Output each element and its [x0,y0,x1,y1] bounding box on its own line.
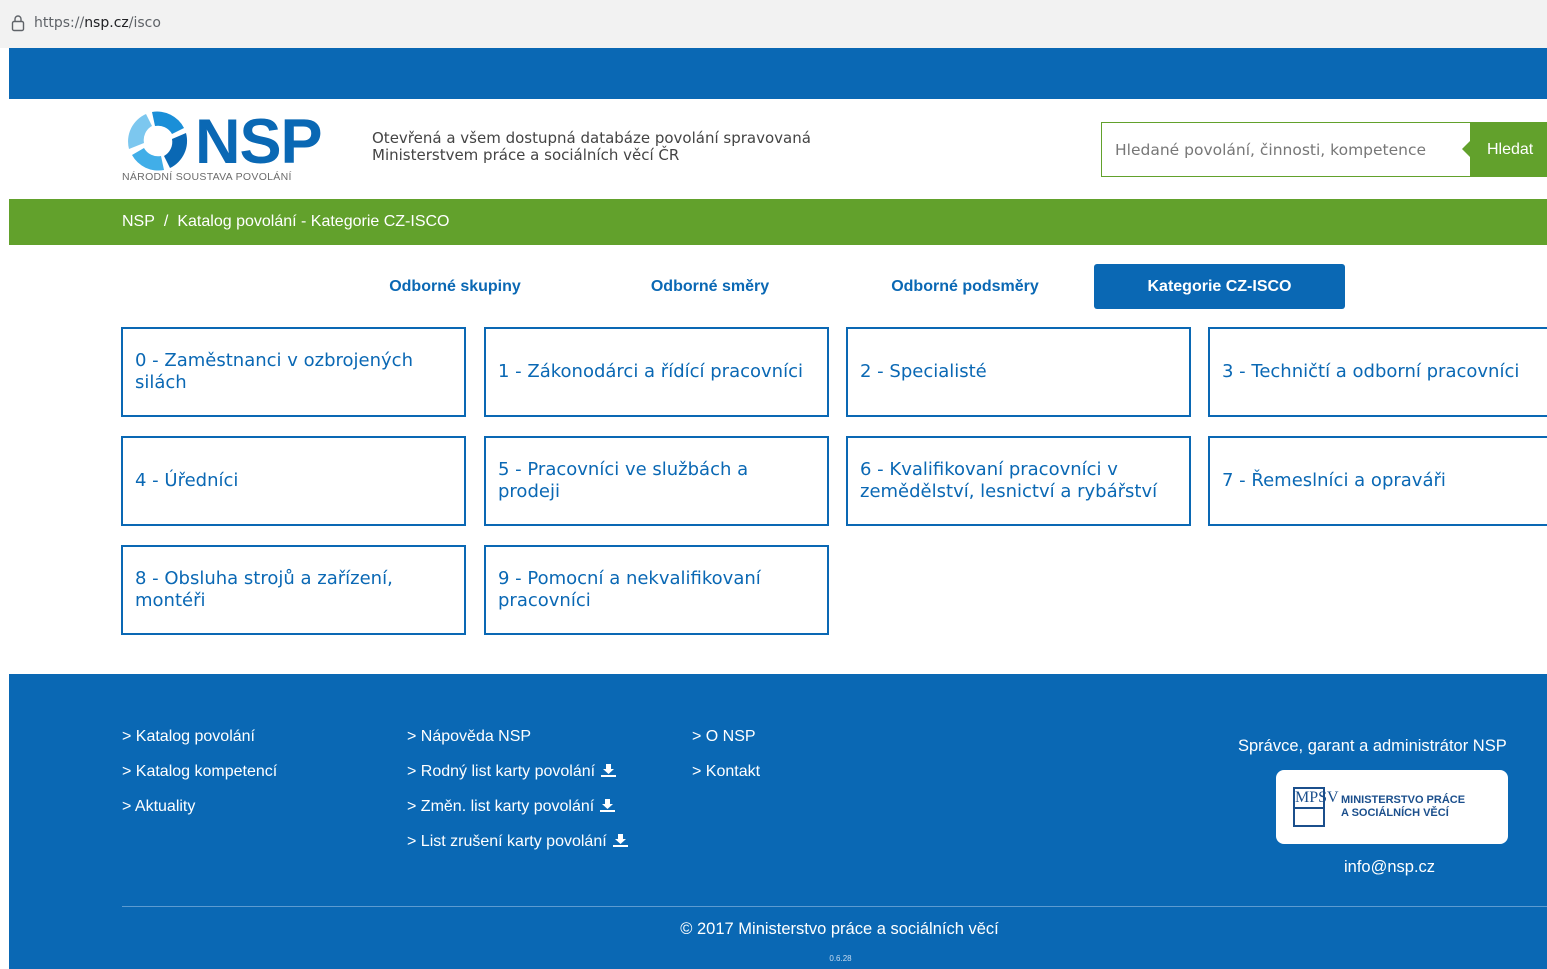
tab-odborne-podsmery[interactable]: Odborné podsměry [845,264,1085,309]
category-card-6[interactable]: 6 - Kvalifikovaní pracovníci v zemědělst… [846,436,1191,526]
breadcrumb-home-link[interactable]: NSP [122,213,155,230]
footer-link-rodny-list-label: > Rodný list karty povolání [407,763,596,780]
footer-link-katalog-kompetenci[interactable]: > Katalog kompetencí [122,763,277,781]
mpsv-mark-icon: MPSV [1293,787,1339,827]
copyright: © 2017 Ministerstvo práce a sociálních v… [680,920,999,938]
breadcrumb-separator: / [163,213,169,230]
footer-link-napoveda[interactable]: > Nápověda NSP [407,728,531,746]
nsp-logo[interactable]: NSP NÁRODNÍ SOUSTAVA POVOLÁNÍ [122,107,337,190]
site-header: NSP NÁRODNÍ SOUSTAVA POVOLÁNÍ Otevřená a… [9,99,1547,199]
administrator-heading: Správce, garant a administrátor NSP [1238,737,1507,755]
logo-subtitle: NÁRODNÍ SOUSTAVA POVOLÁNÍ [122,171,292,183]
category-card-3[interactable]: 3 - Techničtí a odborní pracovníci [1208,327,1547,417]
footer-link-rodny-list[interactable]: > Rodný list karty povolání [407,763,617,781]
tab-kategorie-cz-isco[interactable]: Kategorie CZ-ISCO [1094,264,1345,309]
breadcrumb-current: Katalog povolání - Kategorie CZ-ISCO [177,213,450,230]
category-card-9[interactable]: 9 - Pomocní a nekvalifikovaní pracovníci [484,545,829,635]
footer-divider [122,906,1547,907]
url-text[interactable]: https://nsp.cz/isco [34,15,161,31]
site-tagline: Otevřená a všem dostupná databáze povolá… [372,130,852,164]
download-icon [612,834,628,847]
category-card-4[interactable]: 4 - Úředníci [121,436,466,526]
footer-link-katalog-povolani[interactable]: > Katalog povolání [122,728,255,746]
footer-link-aktuality[interactable]: > Aktuality [122,798,195,816]
tab-odborne-skupiny[interactable]: Odborné skupiny [355,264,555,309]
download-icon [600,799,616,812]
search-input[interactable] [1102,123,1467,176]
category-card-2[interactable]: 2 - Specialisté [846,327,1191,417]
footer-link-list-zruseni[interactable]: > List zrušení karty povolání [407,833,628,851]
logo-text: NSP [195,107,323,177]
footer-link-zmen-list[interactable]: > Změn. list karty povolání [407,798,616,816]
version-number: 0.6.28 [829,954,852,963]
tagline-line-1: Otevřená a všem dostupná databáze povolá… [372,129,811,147]
download-icon [601,764,617,777]
mpsv-name-line-2: A SOCIÁLNÍCH VĚCÍ [1341,807,1449,819]
category-card-1[interactable]: 1 - Zákonodárci a řídící pracovníci [484,327,829,417]
footer-link-o-nsp[interactable]: > O NSP [692,728,756,746]
tagline-line-2: Ministerstvem práce a sociálních věcí ČR [372,146,680,164]
search-button[interactable]: Hledat [1462,122,1547,177]
mpsv-name-line-1: MINISTERSTVO PRÁCE [1341,794,1466,806]
mpsv-logo[interactable]: MPSV MINISTERSTVO PRÁCE A SOCIÁLNÍCH VĚC… [1276,770,1508,844]
nsp-logo-ring-icon [128,111,188,171]
page-left-edge [0,48,9,969]
tab-odborne-smery[interactable]: Odborné směry [610,264,810,309]
mpsv-name: MINISTERSTVO PRÁCE A SOCIÁLNÍCH VĚCÍ [1341,794,1465,820]
footer-link-zmen-list-label: > Změn. list karty povolání [407,798,595,815]
top-blue-bar [9,48,1547,99]
browser-address-bar: https://nsp.cz/isco [0,0,1547,48]
category-card-7[interactable]: 7 - Řemeslníci a opraváři [1208,436,1547,526]
site-footer: > Katalog povolání > Katalog kompetencí … [9,674,1547,969]
footer-link-kontakt[interactable]: > Kontakt [692,763,760,781]
search-box: Hledat [1101,122,1547,177]
lock-icon [11,15,25,32]
category-card-0[interactable]: 0 - Zaměstnanci v ozbrojených silách [121,327,466,417]
category-card-5[interactable]: 5 - Pracovníci ve službách a prodeji [484,436,829,526]
category-card-8[interactable]: 8 - Obsluha strojů a zařízení, montéři [121,545,466,635]
breadcrumb: NSP / Katalog povolání - Kategorie CZ-ISCO [9,199,1547,245]
contact-email[interactable]: info@nsp.cz [1344,858,1435,877]
footer-link-list-zruseni-label: > List zrušení karty povolání [407,833,607,850]
